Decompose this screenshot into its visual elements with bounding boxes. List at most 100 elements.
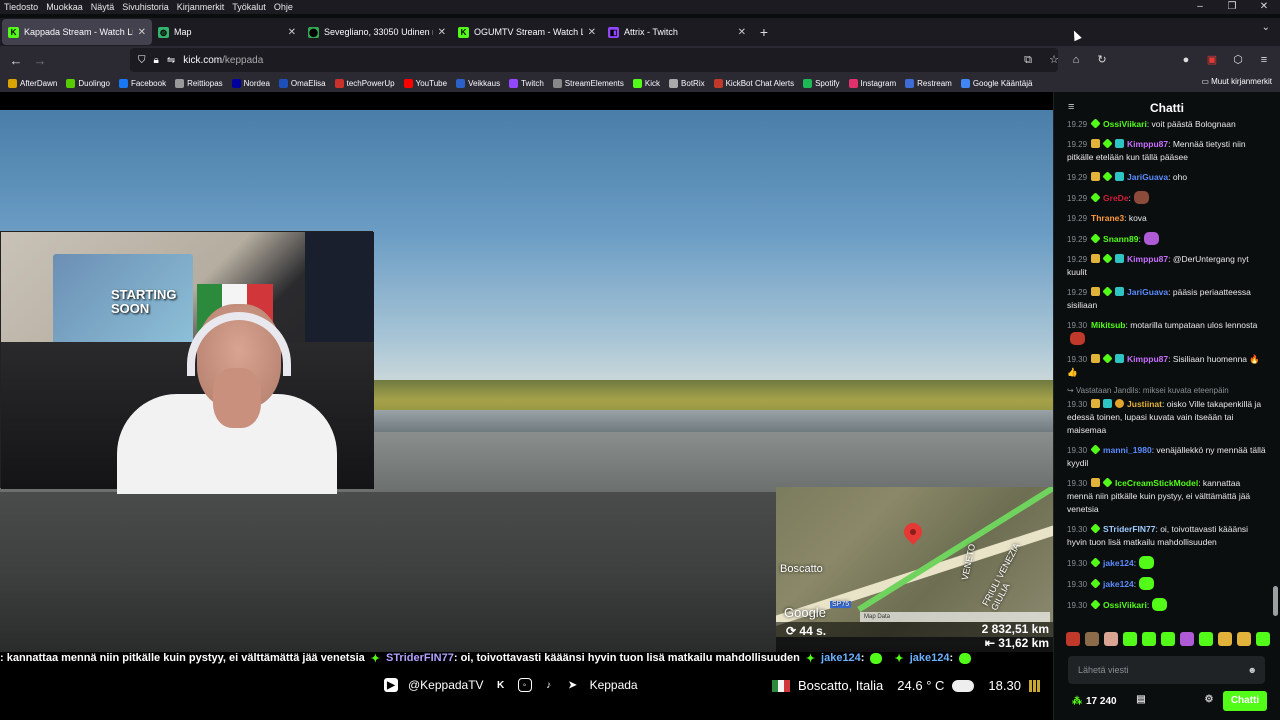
maximize-icon[interactable]: ❐	[1216, 0, 1248, 14]
minimize-icon[interactable]: –	[1184, 0, 1216, 14]
bookmark-star-icon[interactable]: ☆	[1044, 50, 1064, 70]
bookmark-label: AfterDawn	[20, 78, 58, 88]
gift-icon[interactable]: ▤	[1134, 694, 1148, 705]
quick-emote-icon[interactable]	[1142, 632, 1156, 646]
close-tab-icon[interactable]: ✕	[138, 27, 146, 38]
back-icon[interactable]: ←	[4, 53, 28, 68]
chat-username[interactable]: Snann89	[1103, 234, 1138, 244]
account-icon[interactable]: ●	[1176, 50, 1196, 70]
bookmark-item[interactable]: Duolingo	[66, 78, 110, 88]
settings-gear-icon[interactable]: ⚙	[1202, 694, 1216, 705]
close-tab-icon[interactable]: ✕	[588, 27, 596, 38]
bookmark-item[interactable]: StreamElements	[552, 78, 624, 88]
chat-username[interactable]: Kimppu87	[1127, 354, 1168, 364]
quick-emote-icon[interactable]	[1218, 632, 1232, 646]
chat-message: 19.29 Snann89:	[1067, 232, 1266, 246]
close-tab-icon[interactable]: ✕	[288, 27, 296, 38]
quick-emote-icon[interactable]	[1199, 632, 1213, 646]
send-chat-button[interactable]: Chatti	[1223, 691, 1267, 711]
chat-username[interactable]: STriderFIN77	[1103, 524, 1155, 534]
bookmark-item[interactable]: Twitch	[509, 78, 544, 88]
bookmark-item[interactable]: OmaElisa	[278, 78, 326, 88]
browser-tab-3[interactable]: K OGUMTV Stream - Watch Li ✕	[452, 19, 602, 45]
browser-tab-1[interactable]: ◍ Map ✕	[152, 19, 302, 45]
menu-item-2[interactable]: Näytä	[91, 2, 115, 12]
viewer-count-value: 17 240	[1086, 696, 1117, 707]
chat-username[interactable]: IceCreamStickModel	[1115, 478, 1198, 488]
hamburger-menu-icon[interactable]: ≡	[1254, 50, 1274, 70]
browser-tab-4[interactable]: ◧ Attrix - Twitch ✕	[602, 19, 752, 45]
bookmark-item[interactable]: KickBot Chat Alerts	[713, 78, 794, 88]
ticker-segment: : kannattaa mennä niin pitkälle kuin pys…	[0, 652, 365, 664]
browser-tab-0[interactable]: K Kappada Stream - Watch Li ✕	[2, 19, 152, 45]
menu-item-1[interactable]: Muokkaa	[46, 2, 83, 12]
emoji-picker-icon[interactable]: ☻	[1248, 656, 1257, 684]
quick-emote-icon[interactable]	[1123, 632, 1137, 646]
other-bookmarks[interactable]: ▭ Muut kirjanmerkit	[1201, 77, 1272, 86]
menu-item-6[interactable]: Ohje	[274, 2, 293, 12]
bookmark-item[interactable]: Instagram	[848, 78, 896, 88]
address-bar[interactable]: ⛉ 🔒︎ ⇋ kick.com/keppada	[130, 48, 1058, 72]
close-tab-icon[interactable]: ✕	[438, 27, 446, 38]
quick-emote-icon[interactable]	[1180, 632, 1194, 646]
chat-scrollbar[interactable]	[1273, 586, 1278, 616]
chat-username[interactable]: manni_1980	[1103, 445, 1152, 455]
tab-list-chevron-icon[interactable]: ⌄	[1262, 22, 1270, 33]
chat-username[interactable]: jake124	[1103, 579, 1134, 589]
quick-emote-icon[interactable]	[1237, 632, 1251, 646]
chat-username[interactable]: Justiinat	[1127, 399, 1162, 409]
quick-emote-icon[interactable]	[1161, 632, 1175, 646]
bookmark-item[interactable]: Kick	[632, 78, 660, 88]
bookmark-item[interactable]: AfterDawn	[8, 78, 58, 88]
message-time: 19.30	[1067, 400, 1088, 409]
chat-username[interactable]: JariGuava	[1127, 287, 1168, 297]
bookmark-item[interactable]: Restream	[905, 78, 952, 88]
bookmark-item[interactable]: Spotify	[803, 78, 840, 88]
chat-username[interactable]: JariGuava	[1127, 172, 1168, 182]
lock-icon[interactable]: 🔒︎	[154, 55, 159, 66]
spark-badge-icon	[1102, 253, 1113, 264]
chat-username[interactable]: OssiViikari	[1103, 119, 1147, 129]
close-tab-icon[interactable]: ✕	[738, 27, 746, 38]
extensions-icon[interactable]: ⬡	[1228, 50, 1248, 70]
chat-username[interactable]: Mikitsub	[1091, 320, 1125, 330]
chat-username[interactable]: GreDe	[1103, 193, 1129, 203]
chat-message: 19.29 JariGuava: oho	[1067, 171, 1266, 184]
bookmark-item[interactable]: Nordea	[231, 78, 270, 88]
chat-username[interactable]: jake124	[1103, 558, 1134, 568]
forward-icon[interactable]: →	[28, 53, 52, 68]
quick-emote-icon[interactable]	[1256, 632, 1270, 646]
bookmark-item[interactable]: techPowerUp	[334, 78, 395, 88]
bookmark-item[interactable]: Facebook	[118, 78, 166, 88]
chat-username[interactable]: Kimppu87	[1127, 254, 1168, 264]
browser-tab-2[interactable]: ⬤ Sevegliano, 33050 Udinen maakunta ✕	[302, 19, 452, 45]
extension-badge-icon[interactable]: ▣	[1202, 50, 1222, 70]
chat-message: 19.29 GreDe:	[1067, 191, 1266, 205]
bookmark-item[interactable]: YouTube	[403, 78, 447, 88]
spark-badge-icon	[1102, 477, 1113, 488]
quick-emote-icon[interactable]	[1104, 632, 1118, 646]
bookmark-item[interactable]: Veikkaus	[456, 78, 500, 88]
chat-username[interactable]: Kimppu87	[1127, 139, 1168, 149]
menu-item-4[interactable]: Kirjanmerkit	[177, 2, 225, 12]
menu-item-0[interactable]: Tiedosto	[4, 2, 38, 12]
permissions-icon[interactable]: ⇋	[167, 55, 175, 66]
shield-icon[interactable]: ⛉	[138, 55, 146, 66]
bookmark-item[interactable]: Reittiopas	[175, 78, 223, 88]
menu-item-3[interactable]: Sivuhistoria	[122, 2, 169, 12]
bookmark-item[interactable]: BotRix	[669, 78, 705, 88]
picture-in-picture-icon[interactable]: ⧉	[1018, 50, 1038, 70]
bookmark-item[interactable]: Google Kääntäjä	[960, 78, 1032, 88]
new-tab-icon[interactable]: +	[752, 24, 776, 40]
quick-emote-icon[interactable]	[1085, 632, 1099, 646]
menu-item-5[interactable]: Työkalut	[232, 2, 266, 12]
close-icon[interactable]: ✕	[1248, 0, 1280, 14]
chat-username[interactable]: Thrane3	[1091, 213, 1124, 223]
quick-emote-icon[interactable]	[1066, 632, 1080, 646]
collapse-chat-icon[interactable]: ≡	[1068, 101, 1074, 113]
reload-icon[interactable]: ↻	[1092, 50, 1112, 70]
video-player[interactable]: STARTING SOON Boscatto VENETO FRIULI VEN…	[0, 92, 1053, 720]
chat-message-input[interactable]: Lähetä viesti ☻	[1068, 656, 1265, 684]
home-icon[interactable]: ⌂	[1066, 50, 1086, 70]
chat-username[interactable]: OssiViikari	[1103, 600, 1147, 610]
